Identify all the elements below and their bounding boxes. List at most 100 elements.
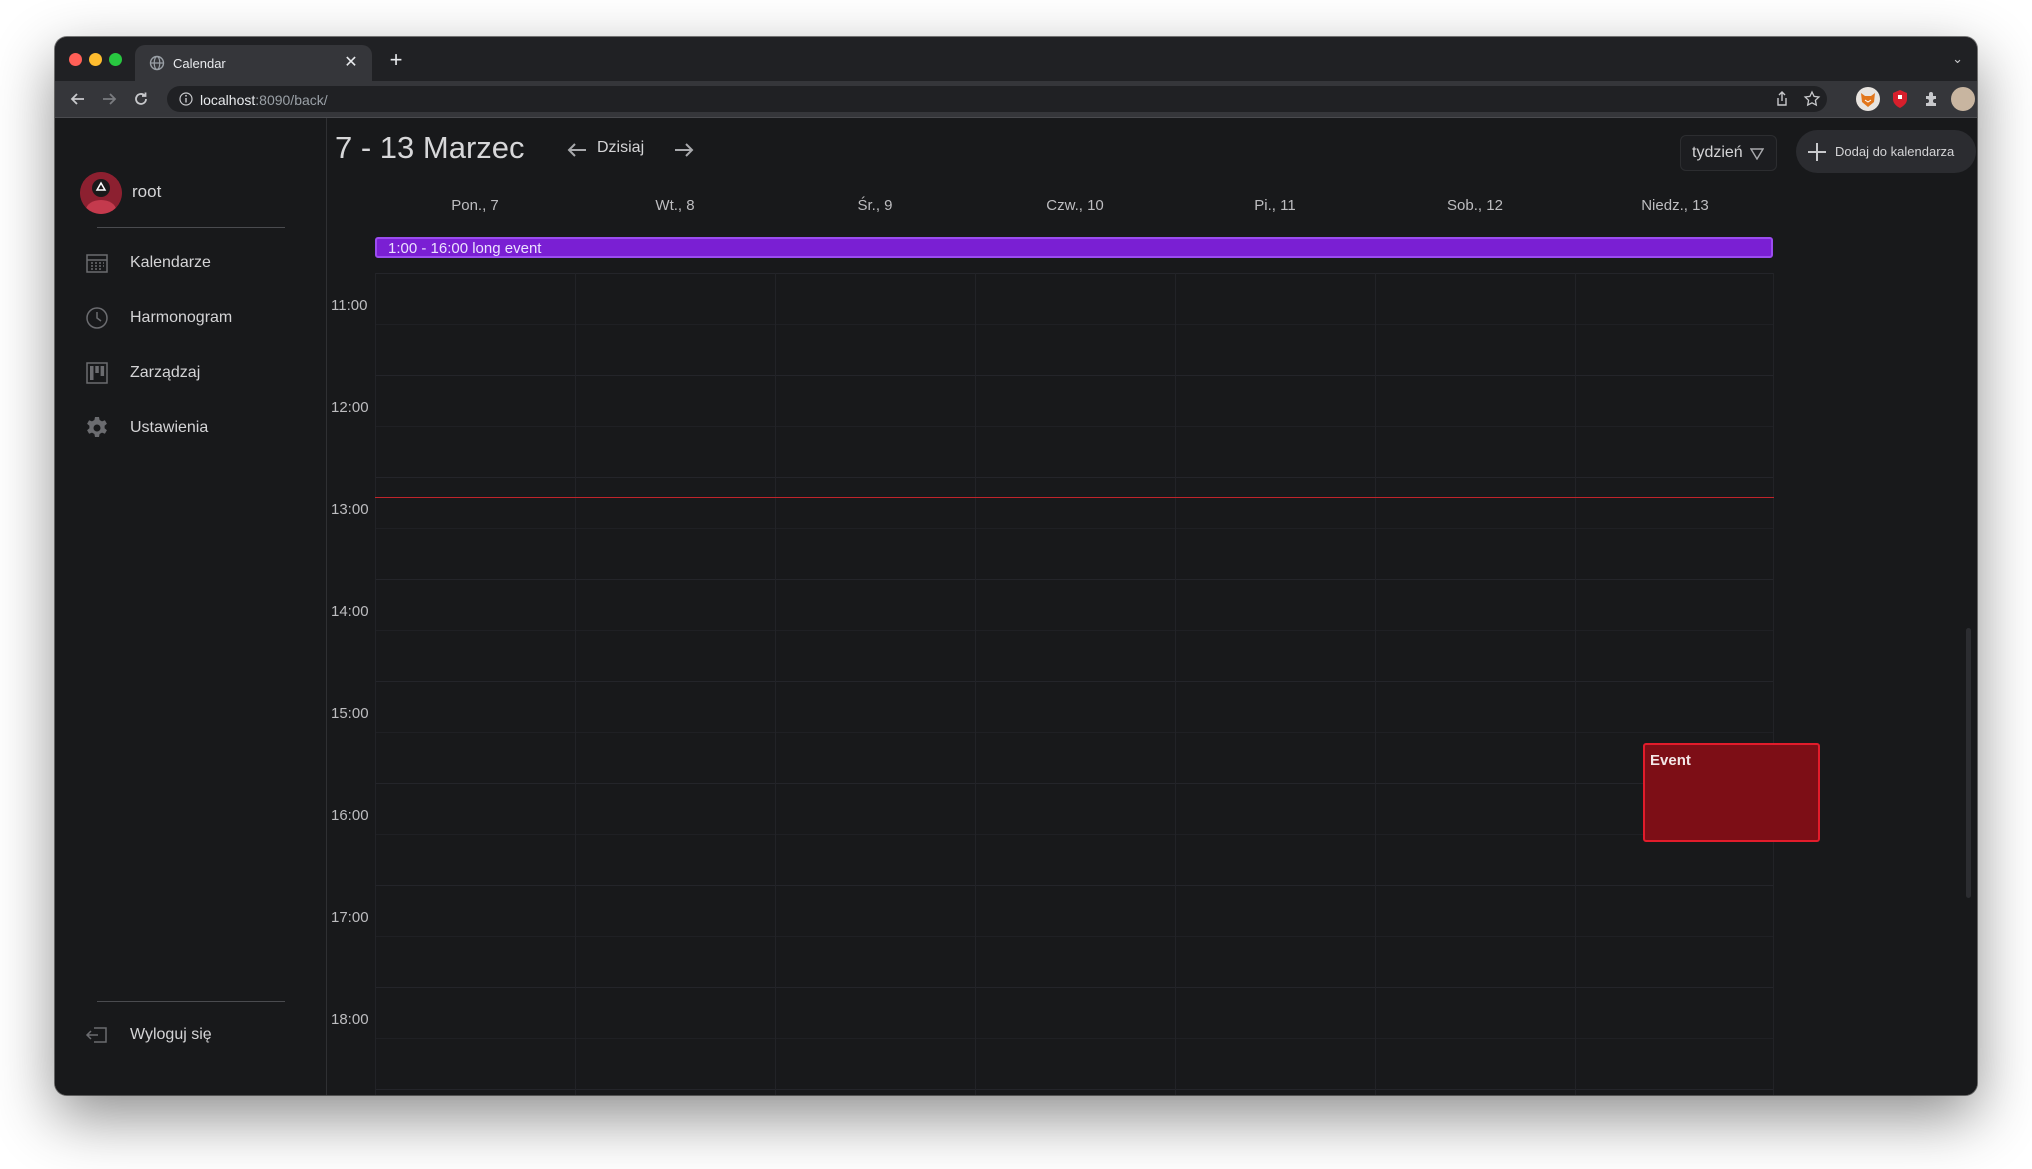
time-label: 17:00 xyxy=(331,909,369,926)
sidebar-item-label: Harmonogram xyxy=(130,309,233,326)
sidebar-item-ustawienia[interactable]: Ustawienia xyxy=(85,412,305,444)
arrow-right-icon xyxy=(103,93,117,105)
view-select[interactable]: tydzień xyxy=(1680,135,1777,171)
calendar-main: 7 - 13 Marzec Dzisiaj tydzień Dodaj do k… xyxy=(327,118,1977,1095)
arrow-left-icon xyxy=(70,93,84,105)
previous-week-button[interactable] xyxy=(565,140,589,160)
close-icon[interactable]: ✕ xyxy=(340,52,362,74)
browser-toolbar: localhost:8090/back/ xyxy=(55,81,1977,118)
view-select-value: tydzień xyxy=(1692,144,1743,161)
tab-strip: Calendar ✕ + ⌄ xyxy=(55,37,1977,81)
day-column-line xyxy=(375,273,376,1095)
logout-icon xyxy=(85,1027,107,1043)
hour-line xyxy=(375,375,1774,376)
half-hour-line xyxy=(375,324,1774,325)
event-block[interactable]: Event xyxy=(1643,743,1820,842)
puzzle-icon[interactable] xyxy=(1920,87,1944,111)
half-hour-line xyxy=(375,1038,1774,1039)
day-column-line xyxy=(975,273,976,1095)
back-button[interactable] xyxy=(67,88,89,110)
day-column-line xyxy=(575,273,576,1095)
profile-avatar[interactable] xyxy=(1951,87,1975,111)
time-label: 11:00 xyxy=(331,297,368,314)
day-column-line xyxy=(775,273,776,1095)
event-title: Event xyxy=(1650,752,1691,769)
hour-line xyxy=(375,987,1774,988)
browser-tab[interactable]: Calendar ✕ xyxy=(135,45,372,81)
sidebar-item-harmonogram[interactable]: Harmonogram xyxy=(85,302,305,334)
avatar[interactable] xyxy=(80,172,122,214)
add-to-calendar-button[interactable]: Dodaj do kalendarza xyxy=(1796,130,1976,173)
allday-event-title: 1:00 - 16:00 long event xyxy=(388,240,542,257)
window-maximize-button[interactable] xyxy=(109,53,122,66)
browser-window: Calendar ✕ + ⌄ localhost:8090/back/ root… xyxy=(55,37,1977,1095)
sidebar-item-zarzadzaj[interactable]: Zarządzaj xyxy=(85,357,305,389)
hour-line xyxy=(375,885,1774,886)
half-hour-line xyxy=(375,426,1774,427)
plus-icon xyxy=(1808,143,1826,161)
time-label: 13:00 xyxy=(331,501,369,518)
globe-icon xyxy=(149,55,165,71)
window-minimize-button[interactable] xyxy=(89,53,102,66)
share-icon[interactable] xyxy=(1773,90,1791,108)
sidebar: root Kalendarze Harmonogram Zarządzaj Us… xyxy=(55,118,327,1095)
day-header[interactable]: Czw., 10 xyxy=(975,197,1175,214)
reload-icon xyxy=(135,92,147,105)
logout-label: Wyloguj się xyxy=(130,1026,212,1043)
allday-event[interactable]: 1:00 - 16:00 long event xyxy=(375,237,1773,258)
hour-line xyxy=(375,783,1774,784)
day-header[interactable]: Pi., 11 xyxy=(1175,197,1375,214)
time-label: 18:00 xyxy=(331,1011,369,1028)
day-header[interactable]: Wt., 8 xyxy=(575,197,775,214)
reload-button[interactable] xyxy=(130,88,152,110)
kanban-icon xyxy=(86,362,108,384)
half-hour-line xyxy=(375,936,1774,937)
calendar-app: root Kalendarze Harmonogram Zarządzaj Us… xyxy=(55,118,1977,1095)
tab-title: Calendar xyxy=(173,56,226,71)
next-week-button[interactable] xyxy=(672,140,696,160)
day-header[interactable]: Pon., 7 xyxy=(375,197,575,214)
day-column-line xyxy=(1773,273,1774,1095)
hour-line xyxy=(375,579,1774,580)
time-label: 15:00 xyxy=(331,705,369,722)
chevron-down-icon xyxy=(1750,148,1764,160)
sidebar-divider xyxy=(97,1001,285,1002)
day-column-line xyxy=(1575,273,1576,1095)
window-close-button[interactable] xyxy=(69,53,82,66)
day-header[interactable]: Niedz., 13 xyxy=(1575,197,1775,214)
new-tab-button[interactable]: + xyxy=(385,49,407,71)
day-header[interactable]: Śr., 9 xyxy=(775,197,975,214)
sidebar-item-label: Zarządzaj xyxy=(130,364,201,381)
url-text: localhost:8090/back/ xyxy=(200,92,328,108)
fox-extension-icon[interactable] xyxy=(1856,87,1880,111)
today-button[interactable]: Dzisiaj xyxy=(597,139,644,157)
day-header[interactable]: Sob., 12 xyxy=(1375,197,1575,214)
time-label: 16:00 xyxy=(331,807,369,824)
time-label: 12:00 xyxy=(331,399,369,416)
time-label: 14:00 xyxy=(331,603,369,620)
half-hour-line xyxy=(375,834,1774,835)
address-bar[interactable]: localhost:8090/back/ xyxy=(167,86,1827,112)
gear-icon xyxy=(87,417,107,437)
shield-extension-icon[interactable] xyxy=(1888,87,1912,111)
star-icon[interactable] xyxy=(1803,90,1821,108)
day-column-line xyxy=(1175,273,1176,1095)
page-title: 7 - 13 Marzec xyxy=(335,130,525,165)
scrollbar[interactable] xyxy=(1966,628,1971,898)
sidebar-item-kalendarze[interactable]: Kalendarze xyxy=(85,247,305,279)
forward-button[interactable] xyxy=(98,88,120,110)
calendar-grid-icon xyxy=(86,254,108,273)
info-icon[interactable] xyxy=(179,92,193,106)
clock-icon xyxy=(86,307,108,329)
hour-line xyxy=(375,681,1774,682)
half-hour-line xyxy=(375,630,1774,631)
hour-line xyxy=(375,477,1774,478)
add-to-calendar-label: Dodaj do kalendarza xyxy=(1835,144,1955,159)
hour-line xyxy=(375,1089,1774,1090)
username: root xyxy=(132,182,162,201)
sidebar-item-label: Ustawienia xyxy=(130,419,209,436)
tab-search-chevron-icon[interactable]: ⌄ xyxy=(1952,51,1963,67)
half-hour-line xyxy=(375,528,1774,529)
week-grid[interactable] xyxy=(375,273,1774,1095)
logout-button[interactable]: Wyloguj się xyxy=(85,1019,305,1051)
